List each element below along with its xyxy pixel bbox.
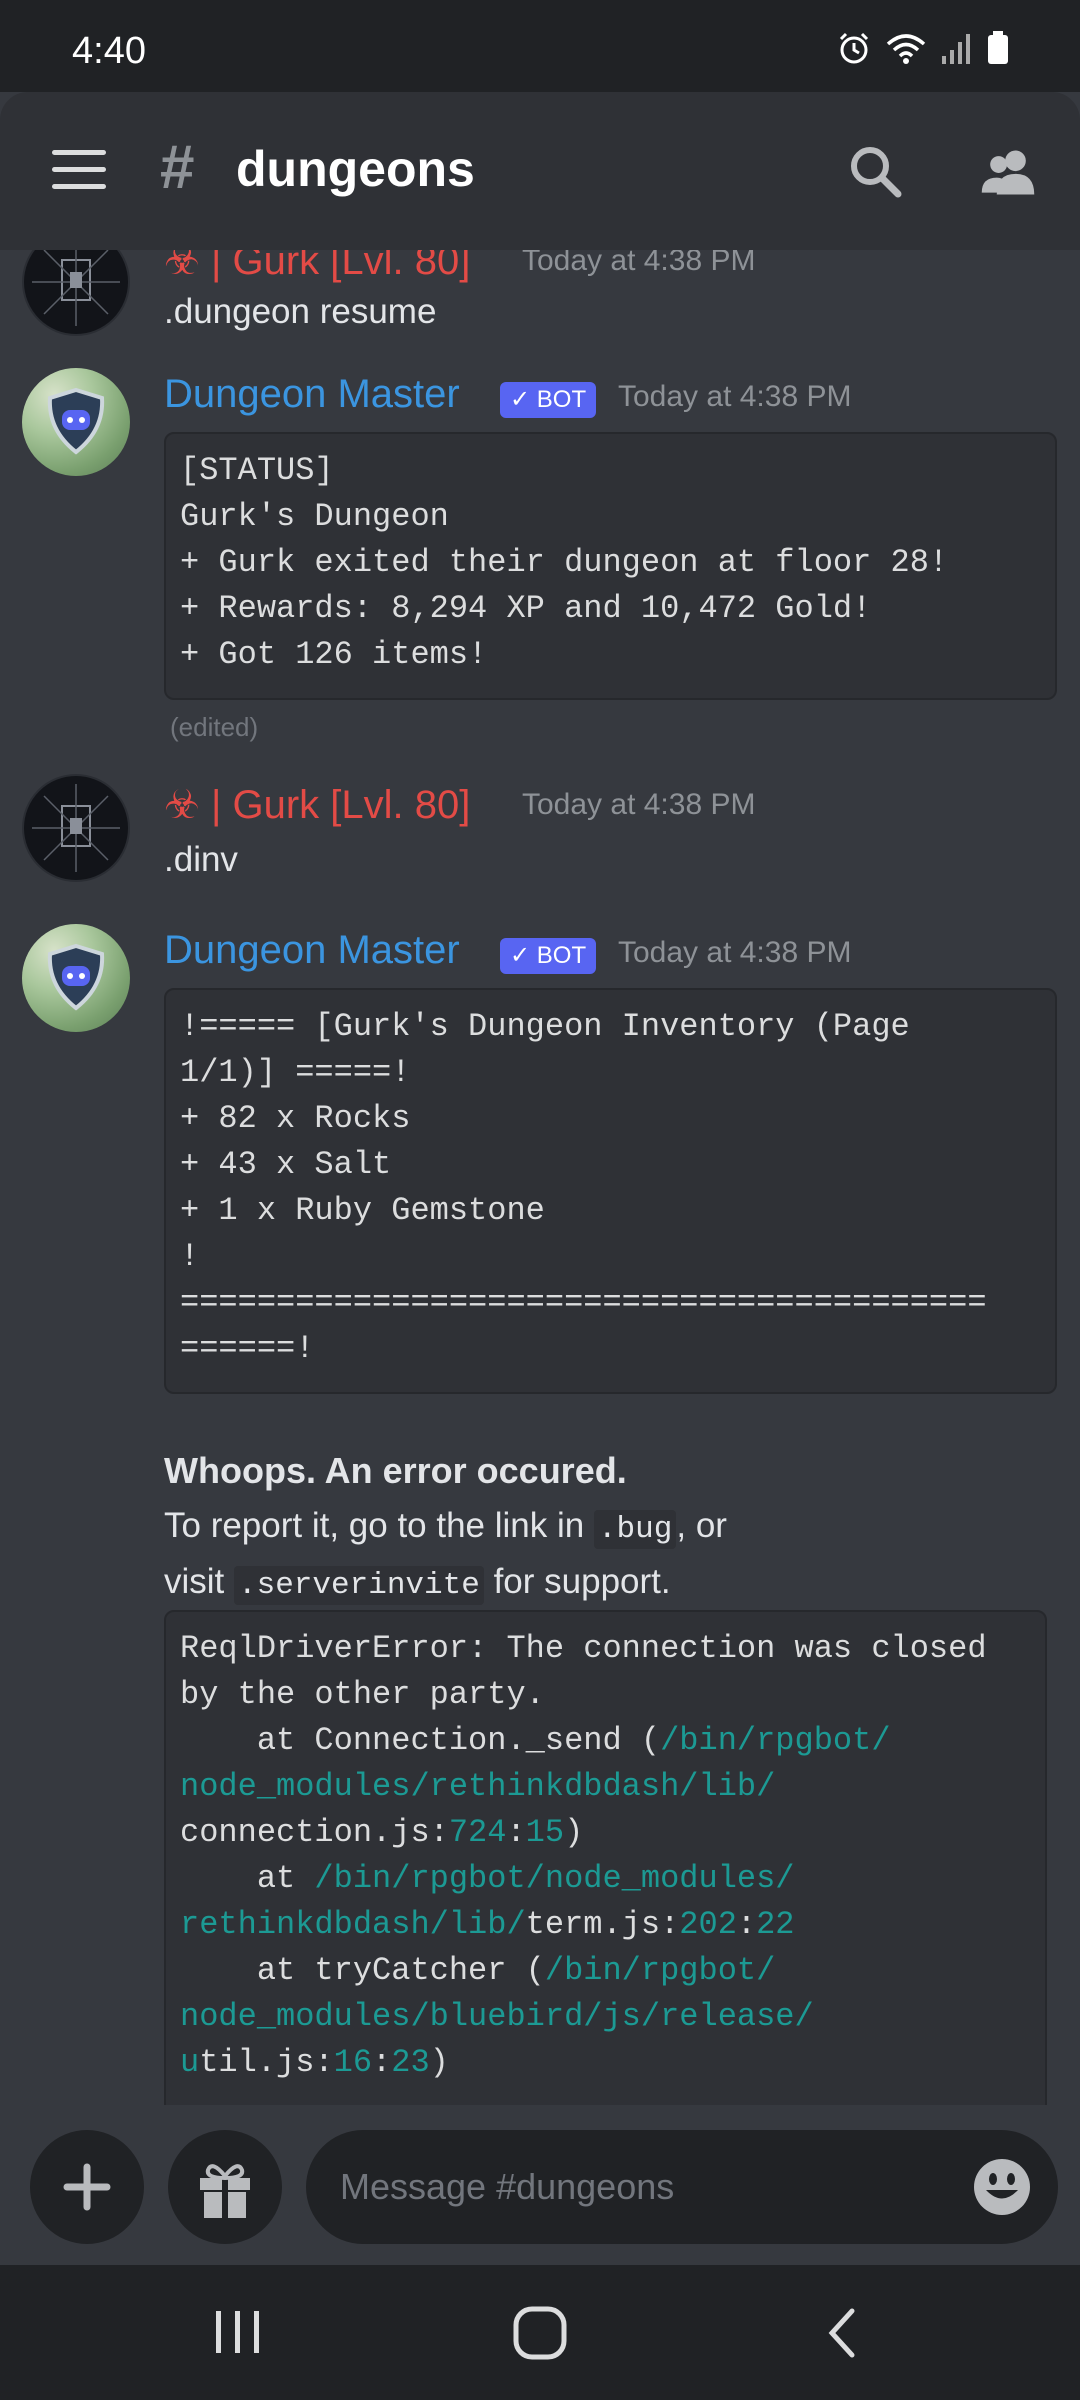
trace-line: at tryCatcher (/bin/rpgbot/ [180,1952,776,1989]
battery-icon [988,31,1008,64]
trace-line: by the other party. [180,1676,545,1713]
status-icons [836,30,1010,66]
error-text: , or [676,1506,727,1545]
message-input[interactable]: Message #dungeons [306,2130,1058,2244]
trace-line: node_modules/rethinkdbdash/lib/ [180,1768,776,1805]
error-title: Whoops. An error occured. [164,1450,627,1491]
error-text: visit [164,1562,234,1601]
avatar[interactable] [22,774,130,882]
home-icon[interactable] [510,2305,570,2361]
avatar[interactable] [22,924,130,1032]
signal-icon [942,34,970,64]
gurk-avatar-art [32,784,120,872]
trace-line: connection.js:724:15) [180,1814,584,1851]
avatar[interactable] [22,250,130,336]
inline-code-bug: .bug [593,1510,677,1549]
message-author[interactable]: Dungeon Master [164,928,460,973]
message-timestamp: Today at 4:38 PM [522,788,756,821]
error-line-1: To report it, go to the link in .bug, or [164,1506,727,1549]
error-text: To report it, go to the link in [164,1506,594,1545]
add-attachment-button[interactable] [30,2130,144,2244]
trace-line: node_modules/bluebird/js/release/ [180,1998,814,2035]
gurk-avatar-art [32,250,120,326]
trace-line: at /bin/rpgbot/node_modules/ [180,1860,795,1897]
message-author[interactable]: ☣ | Gurk [Lvl. 80] [164,250,470,284]
message-list[interactable]: ☣ | Gurk [Lvl. 80] Today at 4:38 PM .dun… [0,250,1080,2105]
code-block: !===== [Gurk's Dungeon Inventory (Page 1… [164,988,1057,1394]
message-input-placeholder: Message #dungeons [340,2166,675,2207]
message-author[interactable]: ☣ | Gurk [Lvl. 80] [164,782,470,828]
members-icon[interactable] [978,142,1038,202]
code-block: [STATUS] Gurk's Dungeon + Gurk exited th… [164,432,1057,700]
bot-badge: ✓ BOT [500,938,597,974]
bot-badge: ✓ BOT [500,382,597,418]
message-author[interactable]: Dungeon Master [164,372,460,417]
back-icon[interactable] [822,2305,862,2361]
message-timestamp: Today at 4:38 PM [618,380,852,413]
error-text: for support. [483,1562,671,1601]
message-timestamp: Today at 4:38 PM [618,936,852,969]
inline-code-serverinvite: .serverinvite [234,1566,484,1605]
search-icon[interactable] [846,142,906,202]
message-text: .dungeon resume [164,292,437,331]
gift-button[interactable] [168,2130,282,2244]
system-nav-bar [0,2265,1080,2400]
trace-line: rethinkdbdash/lib/term.js:202:22 [180,1906,795,1943]
channel-header: # dungeons [0,92,1080,250]
gift-icon [200,2164,250,2218]
recent-apps-icon[interactable] [208,2307,268,2357]
status-time: 4:40 [72,30,146,72]
edited-marker: (edited) [170,712,259,742]
channel-hash-icon: # [160,133,195,202]
error-trace-block: ReqlDriverError: The connection was clos… [164,1610,1047,2105]
menu-icon[interactable] [52,150,106,190]
message-input-bar: Message #dungeons [0,2105,1080,2265]
alarm-icon [839,32,869,64]
plus-icon [63,2163,111,2211]
wifi-icon [886,34,926,64]
trace-line: util.js:16:23) [180,2044,449,2081]
message-text: .dinv [164,840,238,879]
avatar[interactable] [22,368,130,476]
error-line-2: visit .serverinvite for support. [164,1562,671,1605]
discord-shield-icon [47,943,105,1011]
discord-shield-icon [47,387,105,455]
message-timestamp: Today at 4:38 PM [522,250,756,277]
trace-line: ReqlDriverError: The connection was clos… [180,1630,987,1667]
trace-line: at Connection._send (/bin/rpgbot/ [180,1722,891,1759]
status-bar: 4:40 [0,0,1080,92]
channel-title: dungeons [236,141,475,197]
emoji-icon[interactable] [972,2157,1032,2217]
